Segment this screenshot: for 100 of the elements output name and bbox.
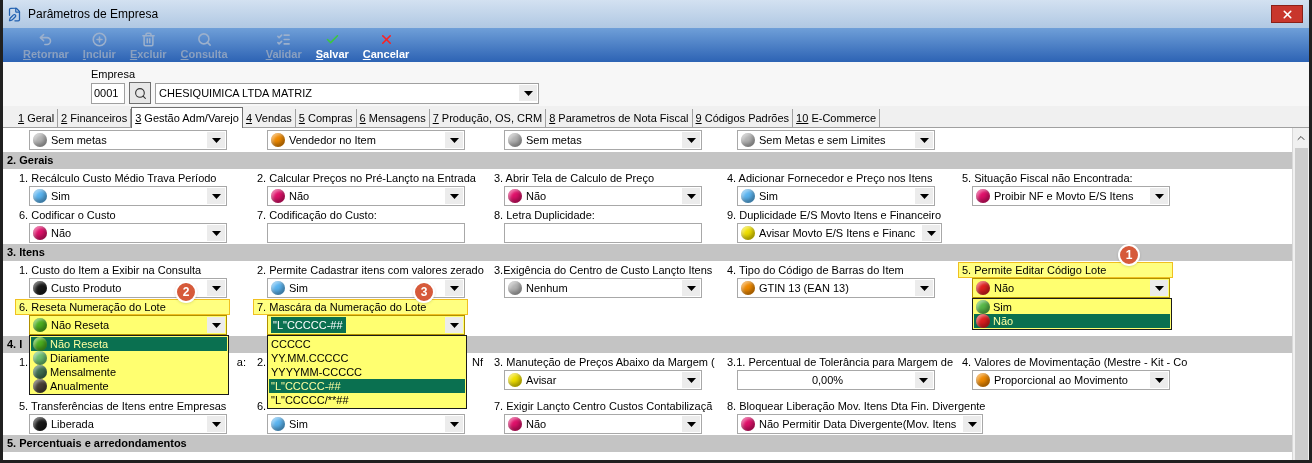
caret-down-icon [682, 188, 700, 204]
dropdown[interactable]: Sim [737, 186, 935, 206]
tab[interactable]: 3 Gestão Adm/Varejo [131, 107, 243, 128]
toolbar-button[interactable]: Salvar [311, 32, 353, 61]
field-label: 2. [257, 354, 267, 370]
dropdown[interactable]: Não Permitir Data Divergente(Mov. Itens [737, 414, 984, 434]
field-label: 8. Letra Duplicidade: [493, 207, 596, 223]
dropdown[interactable]: Não [504, 186, 702, 206]
dropdown[interactable]: Não [504, 414, 702, 434]
dropdown-option[interactable]: YYYYMM-CCCCC [269, 365, 465, 379]
form-icon [7, 6, 22, 22]
dropdown[interactable]: Não Reseta [29, 315, 227, 335]
close-button[interactable] [1271, 5, 1303, 23]
dropdown-option[interactable]: Não Reseta [31, 337, 227, 351]
dropdown-option[interactable]: Anualmente [31, 379, 227, 393]
dropdown-option[interactable]: "L"CCCCC/**## [269, 393, 465, 407]
dropdown[interactable]: "L"CCCCC-## [267, 315, 465, 335]
dropdown[interactable]: Sem metas [504, 130, 702, 150]
tab[interactable]: 4 Vendas [242, 109, 296, 127]
tab[interactable]: 5 Compras [295, 109, 357, 127]
field-label: 6. [256, 398, 268, 414]
dropdown[interactable]: Sem metas [29, 130, 227, 150]
dropdown[interactable]: Vendedor no Item [267, 130, 465, 150]
dropdown[interactable]: Proporcional ao Movimento [972, 370, 1170, 390]
dropdown-option[interactable]: Sim [974, 300, 1170, 314]
checklist-icon [276, 32, 292, 47]
caret-down-icon [682, 132, 700, 148]
dropdown[interactable]: Sim [267, 414, 465, 434]
close-icon [1280, 7, 1294, 21]
field-label: 1. [19, 354, 29, 370]
caret-down-icon [1150, 280, 1168, 296]
field-label: 1. Recálculo Custo Médio Trava Período [18, 170, 218, 186]
caret-down-icon [915, 372, 933, 388]
field-label: Nf [472, 354, 483, 370]
dropdown-option[interactable]: Não [974, 314, 1170, 328]
field-label: 5. Permite Editar Código Lote [958, 262, 1173, 278]
caret-down-icon [207, 188, 225, 204]
dropdown[interactable]: Nenhum [504, 278, 702, 298]
field-label: 3.1. Percentual de Tolerância para Margem de [726, 354, 955, 370]
dropdown[interactable]: Não [29, 223, 227, 243]
caret-down-icon [915, 280, 933, 296]
caret-down-icon [445, 132, 463, 148]
field-label: 6. Reseta Numeração do Lote [15, 299, 230, 315]
caret-down-icon [207, 225, 225, 241]
empresa-label: Empresa [91, 67, 137, 80]
dropdown-option[interactable]: Diariamente [31, 351, 227, 365]
field-label: a: [236, 354, 246, 370]
tab[interactable]: 8 Parametros de Nota Fiscal [546, 109, 693, 127]
section-header: 5. Percentuais e arredondamentos [3, 435, 1292, 452]
tab[interactable]: 1 Geral [15, 109, 59, 127]
dropdown-option[interactable]: CCCCC [269, 337, 465, 351]
window-title: Parâmetros de Empresa [28, 6, 159, 23]
field-label: 7. Mascára da Numeração do Lote [253, 299, 468, 315]
field-label: 3. Manuteção de Preços Abaixo da Margem ( [493, 354, 716, 370]
field-label: 2. Permite Cadastrar itens com valores zerado [256, 262, 485, 278]
caret-down-icon [519, 85, 537, 101]
dropdown[interactable]: Sem Metas e sem Limites [737, 130, 935, 150]
field-label: 4. Tipo do Código de Barras do Item [726, 262, 905, 278]
text-field[interactable] [267, 223, 465, 243]
percent-dropdown[interactable]: 0,00% [737, 370, 935, 390]
company-code-field[interactable]: 0001 [91, 82, 125, 104]
dropdown-option[interactable]: "L"CCCCC-## [269, 379, 465, 393]
caret-down-icon [207, 280, 225, 296]
plus-circle-icon [91, 32, 107, 47]
search-button[interactable] [129, 82, 151, 104]
tab[interactable]: 7 Produção, OS, CRM [429, 109, 547, 127]
company-dropdown[interactable]: CHESIQUIMICA LTDA MATRIZ [155, 82, 539, 104]
dropdown[interactable]: Avisar [504, 370, 702, 390]
dropdown-option[interactable]: YY.MM.CCCCC [269, 351, 465, 365]
dropdown[interactable]: Proibir NF e Movto E/S Itens [972, 186, 1170, 206]
caret-down-icon [682, 416, 700, 432]
caret-down-icon [445, 188, 463, 204]
scroll-thumb[interactable] [1294, 148, 1308, 460]
dropdown[interactable]: Avisar Movto E/S Itens e Financ [737, 223, 943, 243]
section-header: 2. Gerais [3, 152, 1292, 169]
caret-down-icon [207, 416, 225, 432]
dropdown[interactable]: Não [267, 186, 465, 206]
caret-down-icon [1150, 188, 1168, 204]
caret-down-icon [445, 317, 463, 333]
tab[interactable]: 9 Códigos Padrões [692, 109, 794, 127]
field-label: 5. Transferências de Itens entre Empresas [18, 398, 228, 414]
dropdown[interactable]: Sim [29, 186, 227, 206]
field-label: 4. Adicionar Fornecedor e Preço nos Itens [726, 170, 934, 186]
trash-icon [140, 32, 156, 47]
caret-down-icon [445, 280, 463, 296]
field-label: 7. Codificação do Custo: [256, 207, 378, 223]
search-icon [196, 32, 212, 47]
field-label: 3.Exigência do Centro de Custo Lançto Itens [493, 262, 714, 278]
caret-down-icon [682, 372, 700, 388]
toolbar-button[interactable]: Cancelar [358, 32, 414, 61]
caret-down-icon [915, 188, 933, 204]
dropdown[interactable]: Liberada [29, 414, 227, 434]
field-label: 9. Duplicidade E/S Movto Itens e Financeiro [726, 207, 942, 223]
caret-down-icon [963, 416, 982, 432]
tab[interactable]: 10 E-Commerce [793, 109, 881, 127]
dropdown[interactable]: Não [972, 278, 1170, 298]
text-field[interactable] [504, 223, 702, 243]
tab[interactable]: 6 Mensagens [356, 109, 430, 127]
dropdown-option[interactable]: Mensalmente [31, 365, 227, 379]
dropdown[interactable]: GTIN 13 (EAN 13) [737, 278, 935, 298]
